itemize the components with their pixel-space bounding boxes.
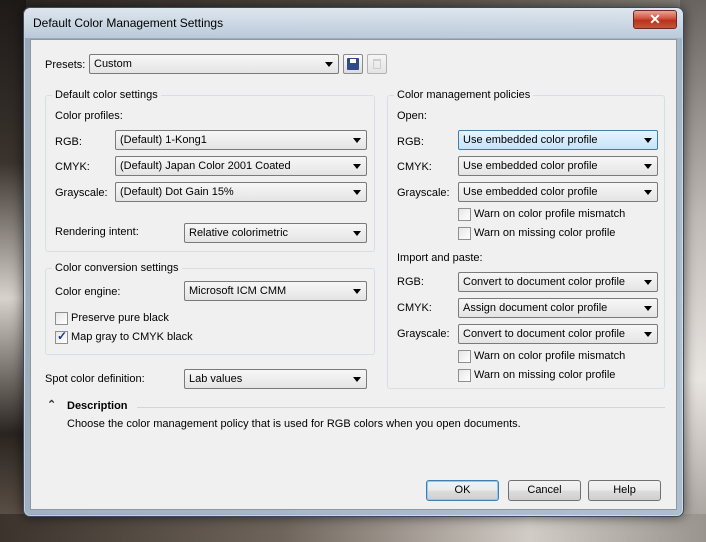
rgb-profile-value: (Default) 1-Kong1 (120, 134, 207, 146)
import-rgb-label: RGB: (397, 276, 424, 288)
trash-icon (373, 59, 381, 69)
presets-label: Presets: (45, 59, 86, 71)
presets-value: Custom (94, 58, 132, 70)
import-warn-mismatch-label: Warn on color profile mismatch (474, 350, 626, 362)
import-rgb-policy-value: Convert to document color profile (463, 276, 626, 288)
color-engine-label: Color engine: (55, 286, 121, 298)
description-separator (137, 407, 665, 408)
open-label: Open: (397, 110, 427, 122)
checkbox-box (458, 208, 471, 221)
color-conversion-title: Color conversion settings (52, 262, 182, 274)
cancel-button[interactable]: Cancel (508, 480, 581, 501)
cmyk-profile-label: CMYK: (55, 161, 90, 173)
import-cmyk-policy-value: Assign document color profile (463, 302, 608, 314)
close-button[interactable]: ✕ (633, 10, 677, 29)
chevron-down-icon (353, 231, 361, 236)
chevron-down-icon (644, 138, 652, 143)
open-warn-missing-checkbox[interactable]: Warn on missing color profile (458, 227, 648, 241)
open-cmyk-policy-value: Use embedded color profile (463, 160, 598, 172)
description-title: Description (67, 400, 128, 412)
open-warn-mismatch-checkbox[interactable]: Warn on color profile mismatch (458, 208, 648, 222)
chevron-down-icon (353, 289, 361, 294)
collapse-icon[interactable]: ⌃ (47, 400, 56, 411)
open-grayscale-label: Grayscale: (397, 187, 450, 199)
spot-color-select[interactable]: Lab values (184, 369, 367, 389)
import-cmyk-label: CMYK: (397, 302, 432, 314)
chevron-down-icon (353, 164, 361, 169)
import-grayscale-label: Grayscale: (397, 328, 450, 340)
open-grayscale-policy-value: Use embedded color profile (463, 186, 598, 198)
checkbox-box: ✓ (55, 329, 68, 344)
import-cmyk-policy-select[interactable]: Assign document color profile (458, 298, 658, 318)
chevron-down-icon (353, 190, 361, 195)
import-warn-mismatch-checkbox[interactable]: Warn on color profile mismatch (458, 350, 648, 364)
save-preset-button[interactable] (343, 54, 363, 74)
preserve-pure-black-label: Preserve pure black (71, 312, 169, 324)
checkbox-box (458, 227, 471, 240)
checkmark-icon: ✓ (57, 329, 68, 343)
import-paste-label: Import and paste: (397, 252, 483, 264)
map-gray-checkbox[interactable]: ✓ Map gray to CMYK black (55, 329, 225, 345)
color-profiles-label: Color profiles: (55, 110, 123, 122)
import-warn-missing-label: Warn on missing color profile (474, 369, 616, 381)
presets-select[interactable]: Custom (89, 54, 339, 74)
color-engine-select[interactable]: Microsoft ICM CMM (184, 281, 367, 301)
open-grayscale-policy-select[interactable]: Use embedded color profile (458, 182, 658, 202)
rendering-intent-value: Relative colorimetric (189, 227, 289, 239)
rendering-intent-label: Rendering intent: (55, 226, 139, 238)
open-rgb-policy-select[interactable]: Use embedded color profile (458, 130, 658, 150)
delete-preset-button[interactable] (367, 54, 387, 74)
ok-button[interactable]: OK (426, 480, 499, 501)
cmyk-profile-select[interactable]: (Default) Japan Color 2001 Coated (115, 156, 367, 176)
preserve-pure-black-checkbox[interactable]: Preserve pure black (55, 312, 205, 326)
dialog-client: Presets: Custom Default color settings C… (30, 39, 677, 510)
open-rgb-policy-value: Use embedded color profile (463, 134, 598, 146)
import-warn-missing-checkbox[interactable]: Warn on missing color profile (458, 369, 648, 383)
chevron-down-icon (353, 138, 361, 143)
help-button[interactable]: Help (588, 480, 661, 501)
checkbox-box (458, 369, 471, 382)
chevron-down-icon (644, 280, 652, 285)
chevron-down-icon (644, 306, 652, 311)
grayscale-profile-value: (Default) Dot Gain 15% (120, 186, 234, 198)
open-rgb-label: RGB: (397, 136, 424, 148)
close-icon: ✕ (649, 11, 661, 27)
desktop-background-bottom (0, 514, 706, 542)
import-rgb-policy-select[interactable]: Convert to document color profile (458, 272, 658, 292)
grayscale-profile-label: Grayscale: (55, 187, 108, 199)
default-color-settings-title: Default color settings (52, 89, 161, 101)
window-title: Default Color Management Settings (33, 16, 224, 30)
open-warn-missing-label: Warn on missing color profile (474, 227, 616, 239)
title-bar[interactable]: Default Color Management Settings ✕ (24, 8, 683, 38)
chevron-down-icon (644, 190, 652, 195)
rgb-profile-select[interactable]: (Default) 1-Kong1 (115, 130, 367, 150)
spot-color-label: Spot color definition: (45, 373, 145, 385)
import-grayscale-policy-value: Convert to document color profile (463, 328, 626, 340)
import-grayscale-policy-select[interactable]: Convert to document color profile (458, 324, 658, 344)
chevron-down-icon (353, 377, 361, 382)
chevron-down-icon (644, 332, 652, 337)
grayscale-profile-select[interactable]: (Default) Dot Gain 15% (115, 182, 367, 202)
checkbox-box (55, 312, 68, 325)
open-cmyk-label: CMYK: (397, 161, 432, 173)
chevron-down-icon (325, 62, 333, 67)
checkbox-box (458, 350, 471, 363)
cmyk-profile-value: (Default) Japan Color 2001 Coated (120, 160, 291, 172)
map-gray-label: Map gray to CMYK black (71, 331, 193, 343)
open-cmyk-policy-select[interactable]: Use embedded color profile (458, 156, 658, 176)
color-management-policies-title: Color management policies (394, 89, 534, 101)
rgb-profile-label: RGB: (55, 136, 82, 148)
spot-color-value: Lab values (189, 373, 243, 385)
color-engine-value: Microsoft ICM CMM (189, 285, 287, 297)
open-warn-mismatch-label: Warn on color profile mismatch (474, 208, 626, 220)
rendering-intent-select[interactable]: Relative colorimetric (184, 223, 367, 243)
description-text: Choose the color management policy that … (67, 418, 521, 430)
chevron-down-icon (644, 164, 652, 169)
floppy-disk-icon (347, 58, 359, 70)
dialog-window: Default Color Management Settings ✕ Pres… (23, 7, 684, 517)
